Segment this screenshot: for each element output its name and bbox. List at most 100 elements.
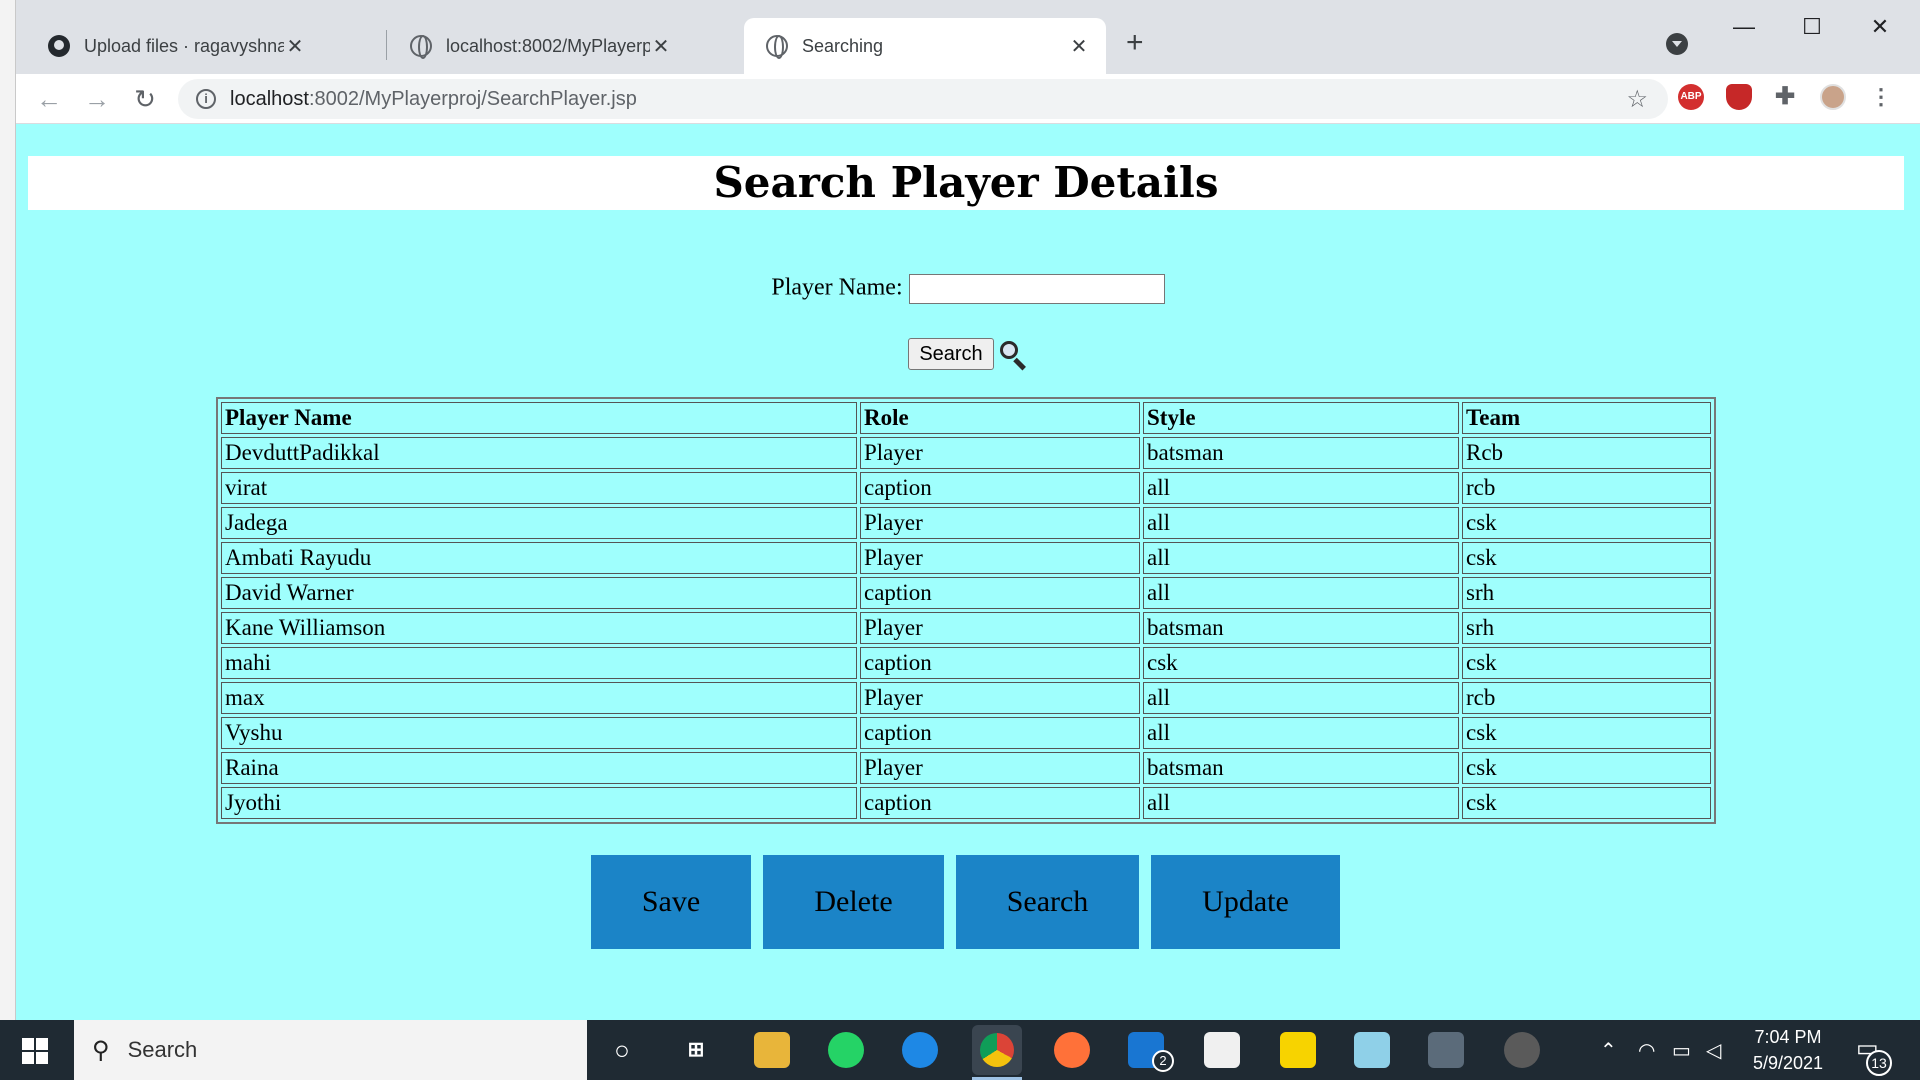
extensions-puzzle-icon[interactable]: ✚ bbox=[1772, 84, 1798, 110]
taskbar-search-label: Search bbox=[127, 1037, 198, 1062]
github-icon bbox=[48, 35, 70, 57]
cell-role: Player bbox=[860, 752, 1140, 784]
notification-count: 13 bbox=[1866, 1050, 1892, 1076]
windows-taskbar: ⚲ Search ○ ⊞ 2 ⌃ ◠ ▭ ◁ 7:04 PM 5/9/2021 … bbox=[0, 1020, 1920, 1080]
cell-role: Player bbox=[860, 542, 1140, 574]
cell-role: caption bbox=[860, 647, 1140, 679]
cortana-icon[interactable]: ○ bbox=[604, 1032, 640, 1068]
ublock-icon[interactable] bbox=[1726, 84, 1752, 110]
player-name-input[interactable] bbox=[908, 274, 1165, 304]
settings-gear-icon[interactable] bbox=[1504, 1032, 1540, 1068]
wifi-icon[interactable]: ◠ bbox=[1638, 1038, 1655, 1063]
cell-player-name: Jadega bbox=[221, 507, 857, 539]
delete-button[interactable]: Delete bbox=[763, 855, 944, 949]
cell-team: csk bbox=[1462, 507, 1711, 539]
magnifier-icon bbox=[998, 339, 1028, 371]
tab-title: localhost:8002/MyPlayerproj/Sen bbox=[446, 35, 650, 56]
tab-localhost[interactable]: localhost:8002/MyPlayerproj/Sen ✕ bbox=[388, 18, 688, 74]
battery-icon[interactable]: ▭ bbox=[1672, 1038, 1691, 1063]
cell-style: csk bbox=[1143, 647, 1459, 679]
url-path: :8002/MyPlayerproj/SearchPlayer.jsp bbox=[308, 87, 637, 110]
sticky-notes-icon[interactable] bbox=[1280, 1032, 1316, 1068]
firefox-icon[interactable] bbox=[1054, 1032, 1090, 1068]
search-button[interactable]: Search bbox=[908, 338, 994, 370]
cell-role: caption bbox=[860, 577, 1140, 609]
adblock-plus-icon[interactable]: ABP bbox=[1678, 84, 1704, 110]
cell-role: caption bbox=[860, 717, 1140, 749]
task-view-icon[interactable]: ⊞ bbox=[678, 1032, 714, 1068]
cell-team: csk bbox=[1462, 787, 1711, 819]
cell-team: csk bbox=[1462, 752, 1711, 784]
cell-style: all bbox=[1143, 717, 1459, 749]
save-button[interactable]: Save bbox=[591, 855, 751, 949]
title-bar: Search Player Details bbox=[28, 156, 1904, 210]
volume-icon[interactable]: ◁ bbox=[1706, 1038, 1721, 1063]
search-icon: ⚲ bbox=[92, 1036, 110, 1064]
cell-team: rcb bbox=[1462, 472, 1711, 504]
cell-style: batsman bbox=[1143, 437, 1459, 469]
header-style: Style bbox=[1143, 402, 1459, 434]
table-header-row: Player Name Role Style Team bbox=[221, 402, 1711, 434]
browser-window: Upload files · ragavyshnavit/Java ✕ loca… bbox=[16, 0, 1920, 1020]
forward-arrow-icon[interactable]: → bbox=[82, 84, 112, 114]
tab-searching[interactable]: Searching ✕ bbox=[744, 18, 1106, 74]
app-icon[interactable] bbox=[1354, 1032, 1390, 1068]
table-row: David Warner caption all srh bbox=[221, 577, 1711, 609]
tab-github-upload[interactable]: Upload files · ragavyshnavit/Java ✕ bbox=[26, 18, 322, 74]
cell-player-name: Vyshu bbox=[221, 717, 857, 749]
cell-team: rcb bbox=[1462, 682, 1711, 714]
players-table: Player Name Role Style Team DevduttPadik… bbox=[216, 397, 1716, 824]
browser-toolbar: ← → ↻ i localhost:8002/MyPlayerproj/Sear… bbox=[16, 74, 1920, 124]
cell-role: caption bbox=[860, 787, 1140, 819]
cell-style: all bbox=[1143, 577, 1459, 609]
back-arrow-icon[interactable]: ← bbox=[34, 84, 64, 114]
new-tab-button[interactable]: + bbox=[1126, 28, 1144, 58]
table-row: Vyshu caption all csk bbox=[221, 717, 1711, 749]
cell-player-name: Jyothi bbox=[221, 787, 857, 819]
globe-icon bbox=[766, 35, 788, 59]
cell-style: batsman bbox=[1143, 752, 1459, 784]
edge-icon[interactable] bbox=[902, 1032, 938, 1068]
sql-icon[interactable] bbox=[1428, 1032, 1464, 1068]
cell-player-name: DevduttPadikkal bbox=[221, 437, 857, 469]
tab-search-dropdown-icon[interactable] bbox=[1666, 33, 1688, 55]
table-row: Jadega Player all csk bbox=[221, 507, 1711, 539]
table-row: Ambati Rayudu Player all csk bbox=[221, 542, 1711, 574]
cell-style: all bbox=[1143, 787, 1459, 819]
header-team: Team bbox=[1462, 402, 1711, 434]
browser-menu-icon[interactable]: ⋮ bbox=[1868, 84, 1894, 110]
maximize-icon[interactable]: ☐ bbox=[1792, 14, 1832, 40]
cell-team: csk bbox=[1462, 647, 1711, 679]
cell-player-name: virat bbox=[221, 472, 857, 504]
address-bar[interactable]: i localhost:8002/MyPlayerproj/SearchPlay… bbox=[178, 79, 1668, 119]
mail-badge: 2 bbox=[1152, 1050, 1174, 1072]
search-row: Search bbox=[16, 338, 1920, 371]
taskbar-search-box[interactable]: ⚲ Search bbox=[74, 1020, 587, 1080]
file-explorer-icon[interactable] bbox=[754, 1032, 790, 1068]
close-tab-icon[interactable]: ✕ bbox=[650, 34, 672, 59]
whatsapp-icon[interactable] bbox=[828, 1032, 864, 1068]
background-window-edge bbox=[0, 0, 16, 1020]
clock-time: 7:04 PM bbox=[1754, 1027, 1822, 1047]
close-tab-icon[interactable]: ✕ bbox=[1068, 34, 1090, 59]
profile-avatar[interactable] bbox=[1820, 84, 1846, 110]
site-info-icon[interactable]: i bbox=[196, 89, 216, 109]
search-action-button[interactable]: Search bbox=[956, 855, 1139, 949]
windows-start-icon[interactable] bbox=[22, 1038, 48, 1064]
store-icon[interactable] bbox=[1204, 1032, 1240, 1068]
clock[interactable]: 7:04 PM 5/9/2021 bbox=[1728, 1024, 1848, 1076]
minimize-icon[interactable]: — bbox=[1724, 14, 1764, 40]
reload-icon[interactable]: ↻ bbox=[130, 84, 160, 114]
cell-style: all bbox=[1143, 542, 1459, 574]
chrome-icon[interactable] bbox=[972, 1025, 1022, 1075]
cell-role: Player bbox=[860, 682, 1140, 714]
close-tab-icon[interactable]: ✕ bbox=[284, 34, 306, 59]
cell-player-name: Raina bbox=[221, 752, 857, 784]
update-button[interactable]: Update bbox=[1151, 855, 1340, 949]
close-window-icon[interactable]: ✕ bbox=[1860, 14, 1900, 40]
table-row: max Player all rcb bbox=[221, 682, 1711, 714]
chevron-up-icon[interactable]: ⌃ bbox=[1600, 1038, 1617, 1063]
cell-role: Player bbox=[860, 612, 1140, 644]
bookmark-star-icon[interactable]: ☆ bbox=[1626, 85, 1648, 114]
page-title: Search Player Details bbox=[713, 158, 1219, 207]
